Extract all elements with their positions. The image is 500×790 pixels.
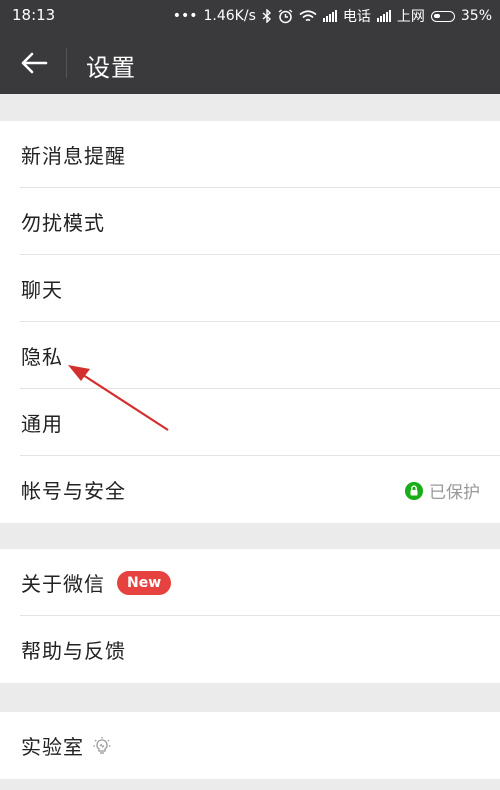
protection-status: 已保护 bbox=[405, 478, 480, 503]
settings-item-general[interactable]: 通用 bbox=[0, 389, 500, 456]
settings-item-label: 帐号与安全 bbox=[21, 479, 126, 503]
settings-item-label: 通用 bbox=[21, 412, 63, 436]
settings-item-label: 隐私 bbox=[21, 345, 63, 369]
app-header: 设置 bbox=[0, 32, 500, 94]
settings-item-label: 新消息提醒 bbox=[21, 144, 126, 168]
page-title: 设置 bbox=[86, 54, 136, 82]
bluetooth-icon bbox=[262, 9, 271, 23]
settings-item-privacy[interactable]: 隐私 bbox=[0, 322, 500, 389]
settings-item-new-message-alerts[interactable]: 新消息提醒 bbox=[0, 121, 500, 188]
settings-item-label: 帮助与反馈 bbox=[21, 639, 126, 663]
status-indicators: ••• 1.46K/s 电话 上网 35% bbox=[173, 6, 492, 26]
alarm-icon bbox=[278, 8, 293, 23]
settings-item-do-not-disturb[interactable]: 勿扰模式 bbox=[0, 188, 500, 255]
status-time: 18:13 bbox=[12, 6, 56, 24]
signal-icon bbox=[322, 10, 337, 22]
settings-item-label: 聊天 bbox=[21, 278, 63, 302]
lightbulb-icon bbox=[93, 736, 111, 754]
battery-icon bbox=[430, 10, 455, 22]
network-speed: 1.46K/s bbox=[203, 8, 256, 24]
new-badge: New bbox=[117, 570, 172, 595]
back-arrow-icon[interactable] bbox=[20, 51, 48, 75]
settings-group-lab: 实验室 bbox=[0, 712, 500, 779]
lock-icon bbox=[405, 481, 423, 500]
settings-group-about: 关于微信 New 帮助与反馈 bbox=[0, 549, 500, 683]
settings-item-label: 勿扰模式 bbox=[21, 211, 105, 235]
settings-item-chat[interactable]: 聊天 bbox=[0, 255, 500, 322]
settings-item-help-feedback[interactable]: 帮助与反馈 bbox=[0, 616, 500, 683]
wifi-icon bbox=[299, 9, 317, 21]
signal-icon-2 bbox=[376, 10, 391, 22]
settings-item-account-security[interactable]: 帐号与安全 已保护 bbox=[0, 456, 500, 523]
settings-group-main: 新消息提醒 勿扰模式 聊天 隐私 通用 帐号与安全 已保护 bbox=[0, 121, 500, 523]
settings-item-lab[interactable]: 实验室 bbox=[0, 712, 500, 779]
status-bar: 18:13 ••• 1.46K/s 电话 上网 35% bbox=[0, 0, 500, 32]
settings-item-about-wechat[interactable]: 关于微信 New bbox=[0, 549, 500, 616]
settings-item-label: 实验室 bbox=[21, 735, 84, 759]
carrier-data-label: 上网 bbox=[396, 9, 425, 25]
settings-item-label: 关于微信 bbox=[21, 572, 105, 596]
battery-level: 35% bbox=[460, 8, 492, 24]
protection-status-text: 已保护 bbox=[429, 483, 480, 503]
more-dots: ••• bbox=[172, 8, 198, 24]
carrier-call-label: 电话 bbox=[342, 9, 371, 25]
header-divider bbox=[66, 48, 67, 78]
